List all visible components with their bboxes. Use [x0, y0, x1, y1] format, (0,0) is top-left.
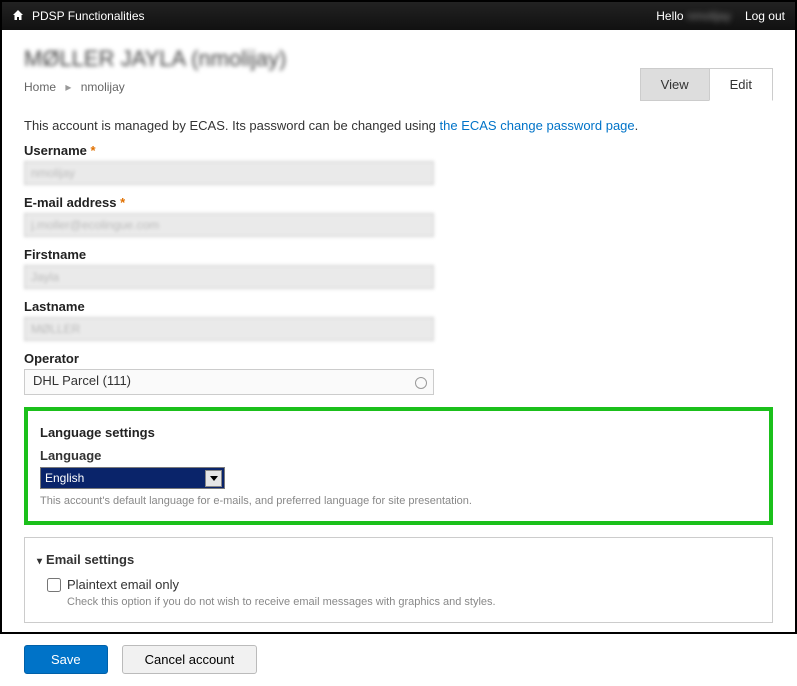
- plaintext-help: Check this option if you do not wish to …: [67, 596, 760, 608]
- crumb-home[interactable]: Home: [24, 80, 56, 94]
- crumb-current: nmolijay: [81, 80, 125, 94]
- email-section-title[interactable]: Email settings: [37, 552, 760, 567]
- page-title: MØLLER JAYLA (nmolijay): [24, 46, 773, 72]
- username-field[interactable]: [24, 161, 434, 185]
- language-settings-panel: Language settings Language English This …: [24, 407, 773, 525]
- language-help: This account's default language for e-ma…: [40, 495, 757, 507]
- tab-edit[interactable]: Edit: [709, 68, 773, 101]
- topbar: PDSP Functionalities Hello nmolijay Log …: [2, 2, 795, 30]
- logout-link[interactable]: Log out: [745, 9, 785, 23]
- language-label: Language: [40, 448, 757, 463]
- intro-text: This account is managed by ECAS. Its pas…: [24, 118, 773, 133]
- greeting: Hello nmolijay: [656, 9, 731, 23]
- app-title: PDSP Functionalities: [32, 9, 656, 23]
- home-icon[interactable]: [12, 9, 24, 24]
- email-settings-panel: Email settings Plaintext email only Chec…: [24, 537, 773, 623]
- lastname-label: Lastname: [24, 299, 773, 314]
- language-select[interactable]: English: [40, 467, 225, 489]
- lastname-field[interactable]: [24, 317, 434, 341]
- operator-label: Operator: [24, 351, 773, 366]
- plaintext-checkbox[interactable]: [47, 578, 61, 592]
- plaintext-label: Plaintext email only: [67, 577, 179, 592]
- ecas-link[interactable]: the ECAS change password page: [440, 118, 635, 133]
- language-section-title: Language settings: [40, 425, 757, 440]
- cancel-button[interactable]: Cancel account: [122, 645, 258, 674]
- tab-view[interactable]: View: [640, 68, 709, 101]
- email-field[interactable]: [24, 213, 434, 237]
- operator-field[interactable]: DHL Parcel (111): [24, 369, 434, 395]
- firstname-label: Firstname: [24, 247, 773, 262]
- username-label: Username *: [24, 143, 773, 158]
- email-label: E-mail address *: [24, 195, 773, 210]
- firstname-field[interactable]: [24, 265, 434, 289]
- tabs: View Edit: [640, 68, 773, 101]
- save-button[interactable]: Save: [24, 645, 108, 674]
